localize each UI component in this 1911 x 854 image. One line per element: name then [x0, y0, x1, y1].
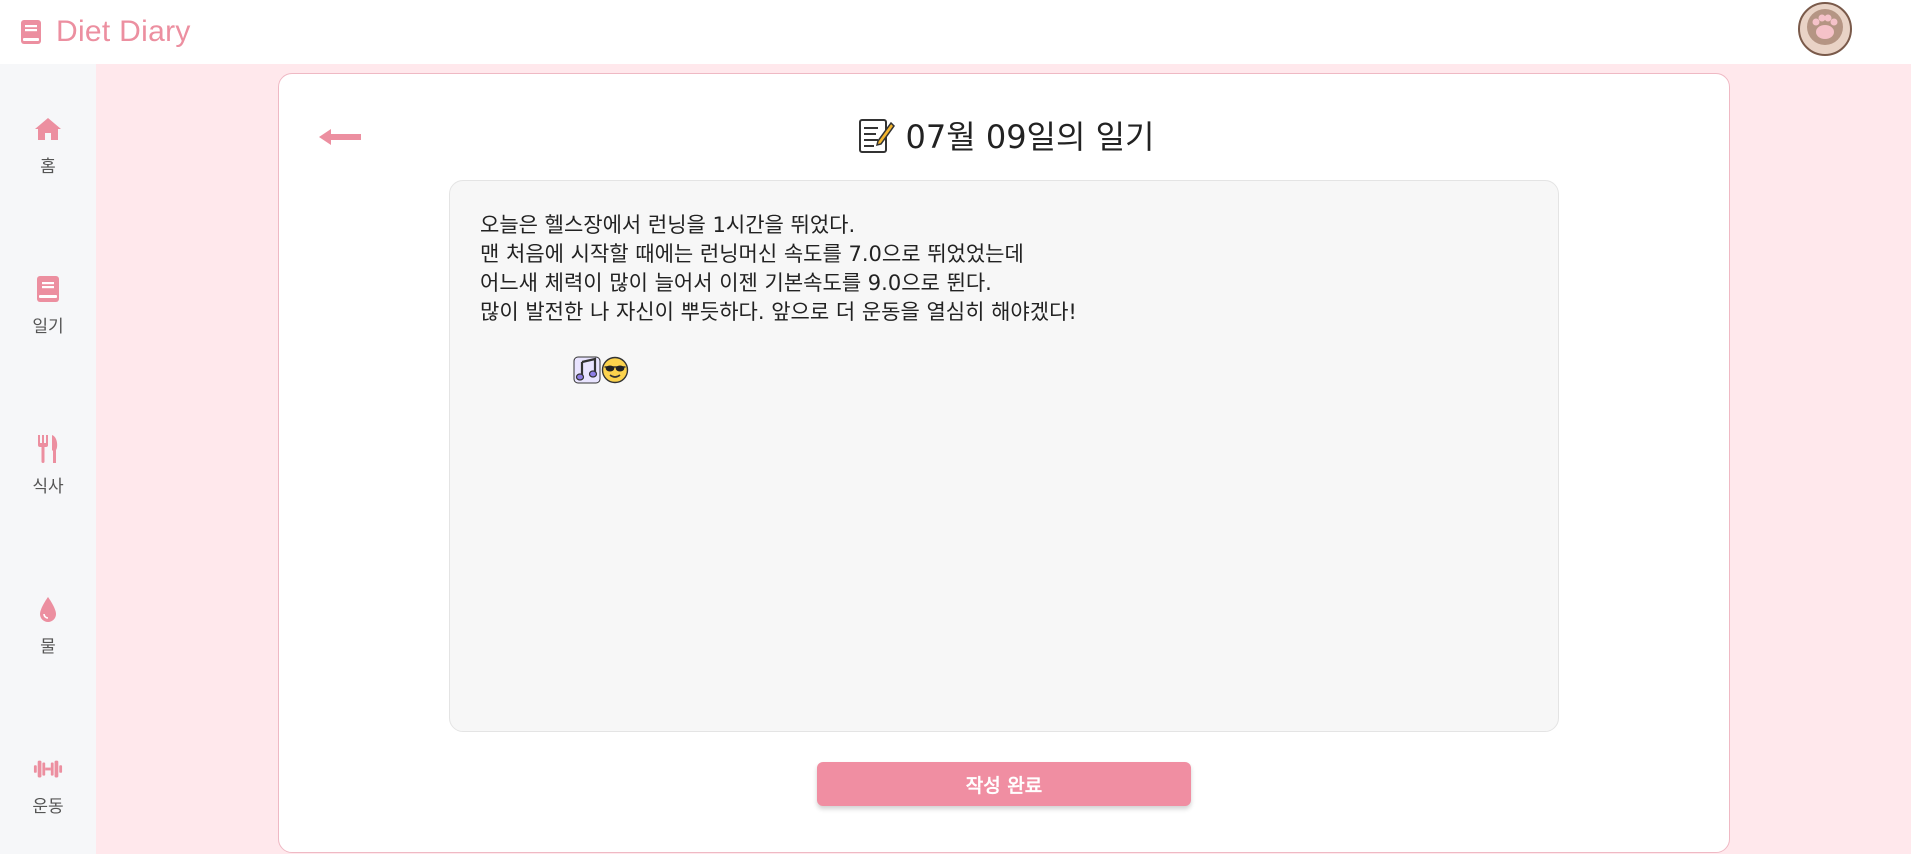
diary-textarea[interactable]: 오늘은 헬스장에서 런닝을 1시간을 뛰었다. 맨 처음에 시작할 때에는 런닝…: [449, 180, 1559, 732]
sidebar-item-water[interactable]: 물: [0, 594, 96, 674]
brand-logo[interactable]: Diet Diary: [20, 15, 191, 49]
sidebar-item-label: 식사: [32, 477, 64, 497]
sidebar: 홈 일기 식사 물 운동: [0, 64, 96, 854]
sidebar-item-label: 일기: [32, 317, 64, 337]
app-title: Diet Diary: [56, 15, 191, 48]
home-icon: [33, 114, 63, 144]
diary-line: 오늘은 헬스장에서 런닝을 1시간을 뛰었다.: [480, 213, 856, 237]
sidebar-item-diary[interactable]: 일기: [0, 274, 96, 354]
sidebar-item-home[interactable]: 홈: [0, 114, 96, 194]
diary-line: 어느새 체력이 많이 늘어서 이젠 기본속도를 9.0으로 뛴다.: [480, 271, 992, 295]
paw-icon: [1805, 7, 1845, 51]
book-icon: [33, 274, 63, 304]
diary-line: 많이 발전한 나 자신이 뿌듯하다. 앞으로 더 운동을 열심히 해야겠다!: [480, 300, 1077, 324]
sidebar-item-label: 운동: [32, 797, 64, 817]
memo-icon: [856, 115, 896, 155]
diary-line-last: 많이 발전한 나 자신이 뿌듯하다. 앞으로 더 운동을 열심히 해야겠다!: [480, 298, 1528, 416]
page-title: 07월 09일의 일기: [279, 112, 1731, 158]
music-notes-icon: [520, 327, 601, 384]
diary-card: 07월 09일의 일기 오늘은 헬스장에서 런닝을 1시간을 뛰었다. 맨 처음…: [278, 73, 1730, 853]
sidebar-item-label: 홈: [40, 157, 56, 177]
diary-line: 맨 처음에 시작할 때에는 런닝머신 속도를 7.0으로 뛰었었는데: [480, 242, 1024, 266]
droplet-icon: [33, 594, 63, 624]
dumbbell-icon: [33, 754, 63, 784]
page-title-text: 07월 09일의 일기: [905, 118, 1155, 156]
utensils-icon: [33, 434, 63, 464]
sidebar-item-exercise[interactable]: 운동: [0, 754, 96, 834]
sunglasses-face-icon: [548, 327, 629, 384]
avatar[interactable]: [1798, 2, 1852, 56]
sidebar-item-label: 물: [40, 637, 56, 657]
submit-button[interactable]: 작성 완료: [817, 762, 1191, 806]
sidebar-item-meal[interactable]: 식사: [0, 434, 96, 514]
top-bar: Diet Diary: [0, 0, 1911, 64]
book-icon: [20, 18, 42, 46]
